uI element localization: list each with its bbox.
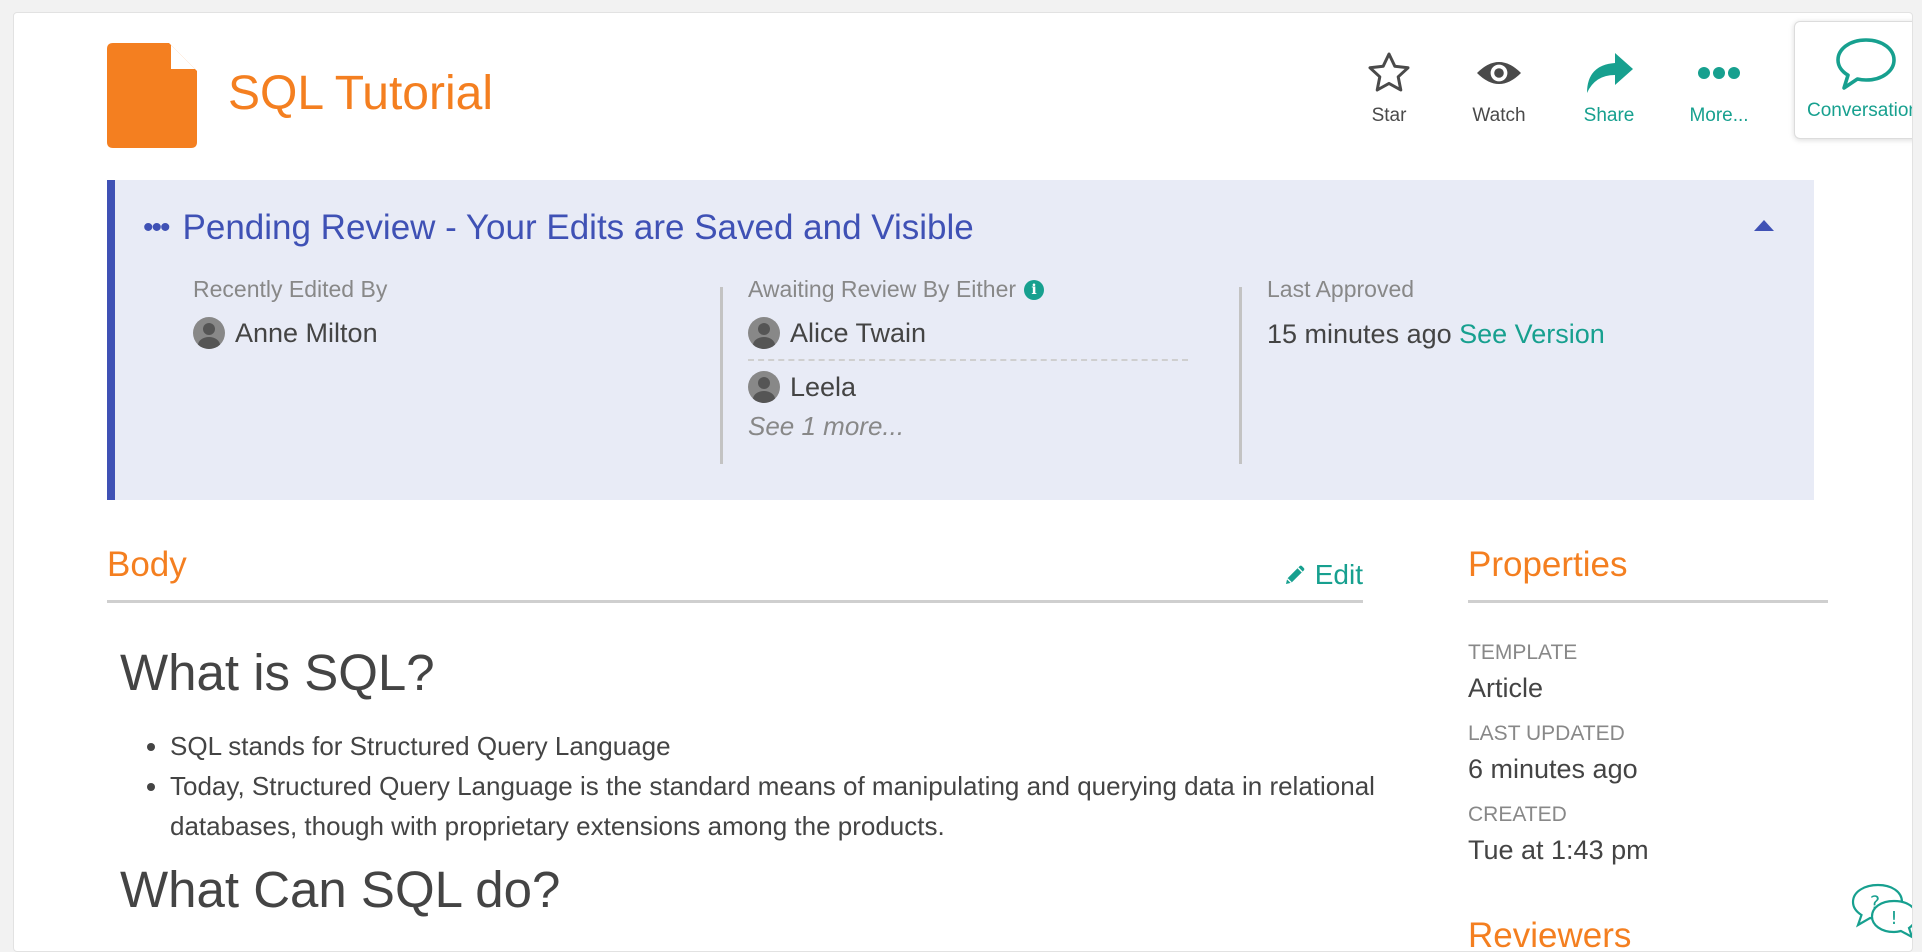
awaiting-review-label: Awaiting Review By Either i [748, 276, 1188, 303]
reviewers-section-title: Reviewers [1468, 916, 1632, 952]
star-icon [1368, 52, 1410, 92]
star-label: Star [1371, 105, 1407, 126]
body-content: What is SQL? SQL stands for Structured Q… [120, 643, 1380, 943]
last-approved-label: Last Approved [1267, 276, 1415, 302]
column-divider [720, 287, 723, 464]
watch-button[interactable]: Watch [1444, 43, 1554, 127]
pending-review-banner: ••• Pending Review - Your Edits are Save… [107, 180, 1814, 500]
conversations-label: Conversations [1807, 100, 1912, 121]
document-icon [107, 43, 197, 148]
list-item: Today, Structured Query Language is the … [170, 766, 1380, 846]
list-item: SQL stands for Structured Query Language [170, 726, 1380, 766]
awaiting-review-label-text: Awaiting Review By Either [748, 276, 1017, 302]
last-approved-column: Last Approved 15 minutes ago See Version [1267, 276, 1605, 350]
body-section-header: Body Edit [107, 545, 1363, 603]
content-heading: What is SQL? [120, 644, 435, 701]
last-approved-time: 15 minutes ago [1267, 319, 1452, 349]
reviewer-divider [748, 359, 1188, 361]
bullet-list: SQL stands for Structured Query Language… [120, 726, 1380, 846]
help-chat-icon[interactable]: ? ! [1848, 881, 1913, 941]
svg-text:!: ! [1890, 908, 1897, 929]
properties-section-header: Properties [1468, 545, 1828, 603]
see-more-reviewers-link[interactable]: See 1 more... [748, 411, 1188, 442]
edit-label: Edit [1314, 559, 1363, 590]
header-actions: Star Watch Share More... [1334, 43, 1774, 127]
avatar [748, 371, 780, 403]
see-version-link[interactable]: See Version [1459, 319, 1605, 349]
property-value: 6 minutes ago [1468, 754, 1638, 784]
watch-label: Watch [1472, 105, 1526, 126]
speech-bubble-icon [1836, 38, 1896, 90]
last-approved-value: 15 minutes ago See Version [1267, 319, 1605, 350]
more-label: More... [1689, 105, 1749, 126]
star-button[interactable]: Star [1334, 43, 1444, 127]
property-value: Tue at 1:43 pm [1468, 835, 1649, 865]
property-label: LAST UPDATED [1468, 722, 1625, 745]
info-icon[interactable]: i [1024, 279, 1045, 300]
properties-list: TEMPLATE Article LAST UPDATED 6 minutes … [1468, 623, 1828, 866]
recently-edited-column: Recently Edited By Anne Milton [193, 276, 387, 349]
recent-editor-name: Anne Milton [235, 317, 378, 348]
body-section-title: Body [107, 545, 187, 584]
document-page: SQL Tutorial Star Watch Share More... Co… [13, 12, 1913, 952]
recent-editor[interactable]: Anne Milton [193, 317, 387, 349]
reviewer-name: Leela [790, 371, 857, 402]
avatar [748, 317, 780, 349]
column-divider [1239, 287, 1242, 464]
reviewer-item[interactable]: Alice Twain [748, 317, 1188, 349]
awaiting-review-column: Awaiting Review By Either i Alice Twain … [748, 276, 1188, 442]
recently-edited-label: Recently Edited By [193, 276, 388, 302]
share-button[interactable]: Share [1554, 43, 1664, 127]
eye-icon [1477, 62, 1521, 84]
reviewer-item[interactable]: Leela [748, 371, 1188, 403]
content-heading: What Can SQL do? [120, 861, 561, 918]
banner-title-text: Pending Review - Your Edits are Saved an… [182, 208, 974, 247]
property-value: Article [1468, 673, 1544, 703]
edit-button[interactable]: Edit [1283, 559, 1363, 591]
pencil-icon [1285, 565, 1305, 584]
page-title: SQL Tutorial [228, 67, 494, 120]
more-button[interactable]: More... [1664, 43, 1774, 127]
banner-menu-dots-icon[interactable]: ••• [143, 211, 170, 245]
avatar [193, 317, 225, 349]
more-dots-icon [1698, 67, 1740, 79]
reviewer-name: Alice Twain [790, 317, 927, 348]
share-label: Share [1583, 105, 1635, 126]
collapse-caret-icon[interactable] [1754, 220, 1774, 231]
conversations-button[interactable]: Conversations [1794, 21, 1912, 139]
property-label: CREATED [1468, 803, 1567, 826]
share-icon [1587, 53, 1633, 93]
properties-section-title: Properties [1468, 545, 1628, 584]
property-label: TEMPLATE [1468, 641, 1578, 664]
banner-title: ••• Pending Review - Your Edits are Save… [143, 208, 974, 248]
